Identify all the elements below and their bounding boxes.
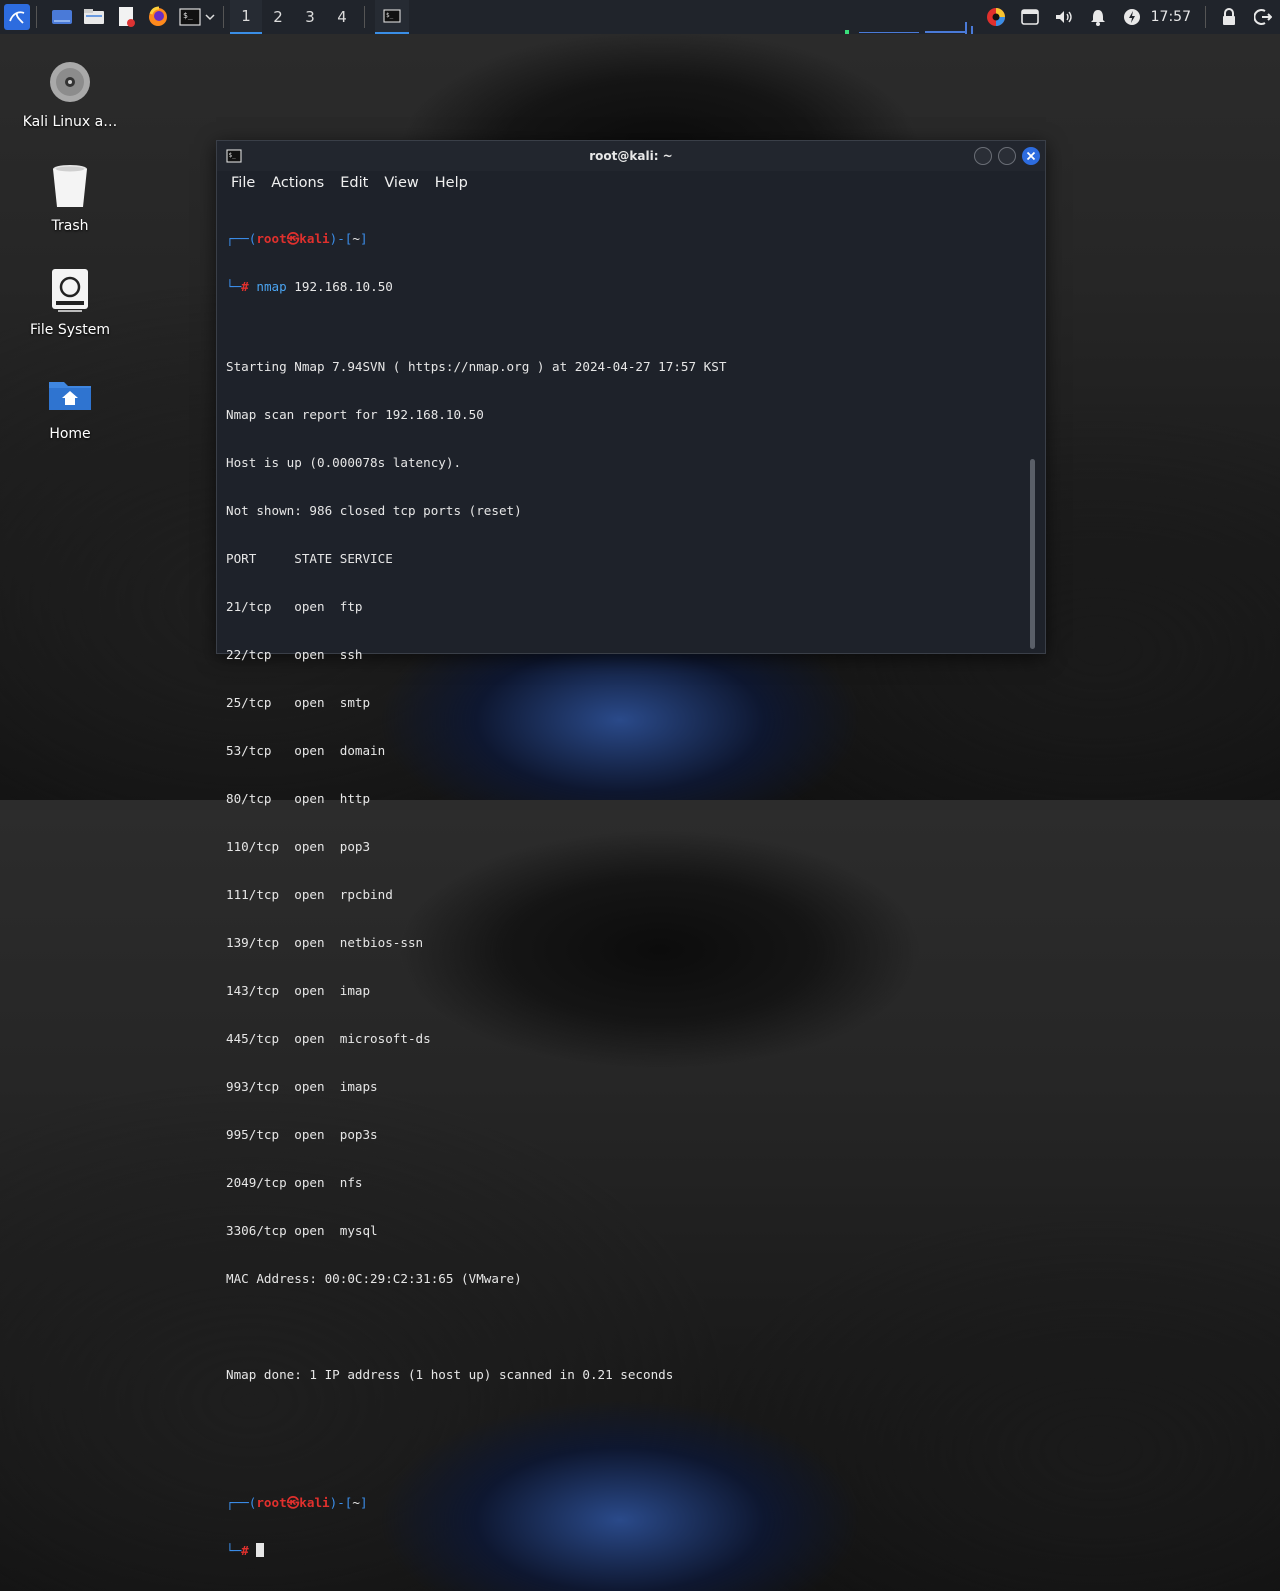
- notifications-bell-icon[interactable]: [1081, 8, 1115, 26]
- output-line: 995/tcp open pop3s: [226, 1127, 378, 1142]
- input-line[interactable]: └─#: [226, 1543, 1026, 1559]
- output-line: Not shown: 986 closed tcp ports (reset): [226, 503, 522, 518]
- file-manager-icon[interactable]: [81, 4, 107, 30]
- clock[interactable]: 17:57: [1149, 9, 1199, 25]
- chevron-down-icon[interactable]: [203, 13, 217, 21]
- workspace-2[interactable]: 2: [262, 0, 294, 34]
- output-block: Starting Nmap 7.94SVN ( https://nmap.org…: [226, 327, 1026, 1463]
- maximize-button[interactable]: [998, 147, 1016, 165]
- menu-file[interactable]: File: [223, 175, 263, 191]
- trash-icon: [46, 162, 94, 210]
- terminal-icon: $_: [383, 9, 401, 23]
- command-name: nmap: [256, 279, 287, 294]
- desktop-icon-home[interactable]: Home: [15, 370, 125, 442]
- output-line: Nmap scan report for 192.168.10.50: [226, 407, 484, 422]
- menu-actions[interactable]: Actions: [263, 175, 332, 191]
- cpu-graph: [845, 22, 973, 34]
- output-line: Starting Nmap 7.94SVN ( https://nmap.org…: [226, 359, 727, 374]
- output-line: 3306/tcp open mysql: [226, 1223, 378, 1238]
- workspace-3[interactable]: 3: [294, 0, 326, 34]
- prompt-line: ┌──(root㉿kali)-[~]: [226, 1495, 368, 1510]
- output-line: 80/tcp open http: [226, 791, 371, 806]
- scrollbar[interactable]: [1030, 459, 1035, 649]
- workspace-1[interactable]: 1: [230, 0, 262, 34]
- minimize-button[interactable]: [974, 147, 992, 165]
- output-line: 22/tcp open ssh: [226, 647, 363, 662]
- panel-separator: [36, 6, 37, 28]
- desktop-icon-label: Trash: [51, 218, 89, 234]
- taskbar-terminal-window[interactable]: $_: [375, 0, 409, 34]
- text-cursor: [256, 1543, 265, 1557]
- panel-separator: [223, 6, 224, 28]
- output-line: 21/tcp open ftp: [226, 599, 363, 614]
- panel-separator: [1205, 6, 1206, 28]
- menu-view[interactable]: View: [376, 175, 426, 191]
- lock-screen-icon[interactable]: [1212, 8, 1246, 26]
- svg-text:$_: $_: [183, 11, 193, 20]
- output-line: 110/tcp open pop3: [226, 839, 371, 854]
- volume-icon[interactable]: [1047, 9, 1081, 25]
- panel-separator: [364, 6, 365, 28]
- logout-icon[interactable]: [1246, 8, 1280, 26]
- home-folder-icon: [46, 370, 94, 418]
- desktop-icon-label: Kali Linux a…: [22, 114, 118, 130]
- output-line: Nmap done: 1 IP address (1 host up) scan…: [226, 1367, 674, 1382]
- output-line: 2049/tcp open nfs: [226, 1175, 363, 1190]
- output-line: PORT STATE SERVICE: [226, 551, 393, 566]
- disc-icon: [46, 58, 94, 106]
- output-line: 143/tcp open imap: [226, 983, 371, 998]
- desktop-icon-kali-disc[interactable]: Kali Linux a…: [15, 58, 125, 130]
- show-desktop-icon[interactable]: [49, 4, 75, 30]
- terminal-output[interactable]: ┌──(root㉿kali)-[~] └─# nmap 192.168.10.5…: [226, 199, 1026, 1558]
- desktop-icon-trash[interactable]: Trash: [15, 162, 125, 234]
- output-line: Host is up (0.000078s latency).: [226, 455, 462, 470]
- menu-bar: File Actions Edit View Help: [217, 171, 1045, 195]
- top-panel: $_ 1 2 3 4 $_ 17:57: [0, 0, 1280, 34]
- output-line: 111/tcp open rpcbind: [226, 887, 393, 902]
- system-tray: 17:57: [979, 0, 1280, 34]
- desktop-icon-file-system[interactable]: File System: [15, 266, 125, 338]
- menu-edit[interactable]: Edit: [332, 175, 376, 191]
- window-titlebar[interactable]: $_ root@kali: ~: [217, 141, 1045, 171]
- output-line: 993/tcp open imaps: [226, 1079, 378, 1094]
- svg-text:$_: $_: [386, 12, 394, 19]
- output-line: 445/tcp open microsoft-ds: [226, 1031, 431, 1046]
- output-line: MAC Address: 00:0C:29:C2:31:65 (VMware): [226, 1271, 522, 1286]
- menu-help[interactable]: Help: [427, 175, 476, 191]
- window-title: root@kali: ~: [589, 149, 673, 163]
- output-line: 139/tcp open netbios-ssn: [226, 935, 424, 950]
- output-line: 53/tcp open domain: [226, 743, 386, 758]
- firefox-icon[interactable]: [145, 4, 171, 30]
- workspace-4[interactable]: 4: [326, 0, 358, 34]
- terminal-launcher-icon[interactable]: $_: [177, 4, 203, 30]
- close-icon: [1026, 151, 1036, 161]
- output-line: 25/tcp open smtp: [226, 695, 371, 710]
- prompt-line: ┌──(root㉿kali)-[~]: [226, 231, 368, 246]
- power-manager-icon[interactable]: [1115, 8, 1149, 26]
- desktop-icon-label: Home: [49, 426, 91, 442]
- drive-icon: [46, 266, 94, 314]
- close-button[interactable]: [1022, 147, 1040, 165]
- desktop-icon-label: File System: [29, 322, 111, 338]
- text-editor-icon[interactable]: [113, 4, 139, 30]
- command-args: 192.168.10.50: [286, 279, 393, 294]
- command-line: └─# nmap 192.168.10.50: [226, 279, 393, 294]
- kali-menu-icon[interactable]: [4, 4, 30, 30]
- window-switcher-icon[interactable]: [1013, 9, 1047, 25]
- color-picker-icon[interactable]: [979, 7, 1013, 27]
- terminal-window[interactable]: $_ root@kali: ~ File Actions Edit View H…: [216, 140, 1046, 1558]
